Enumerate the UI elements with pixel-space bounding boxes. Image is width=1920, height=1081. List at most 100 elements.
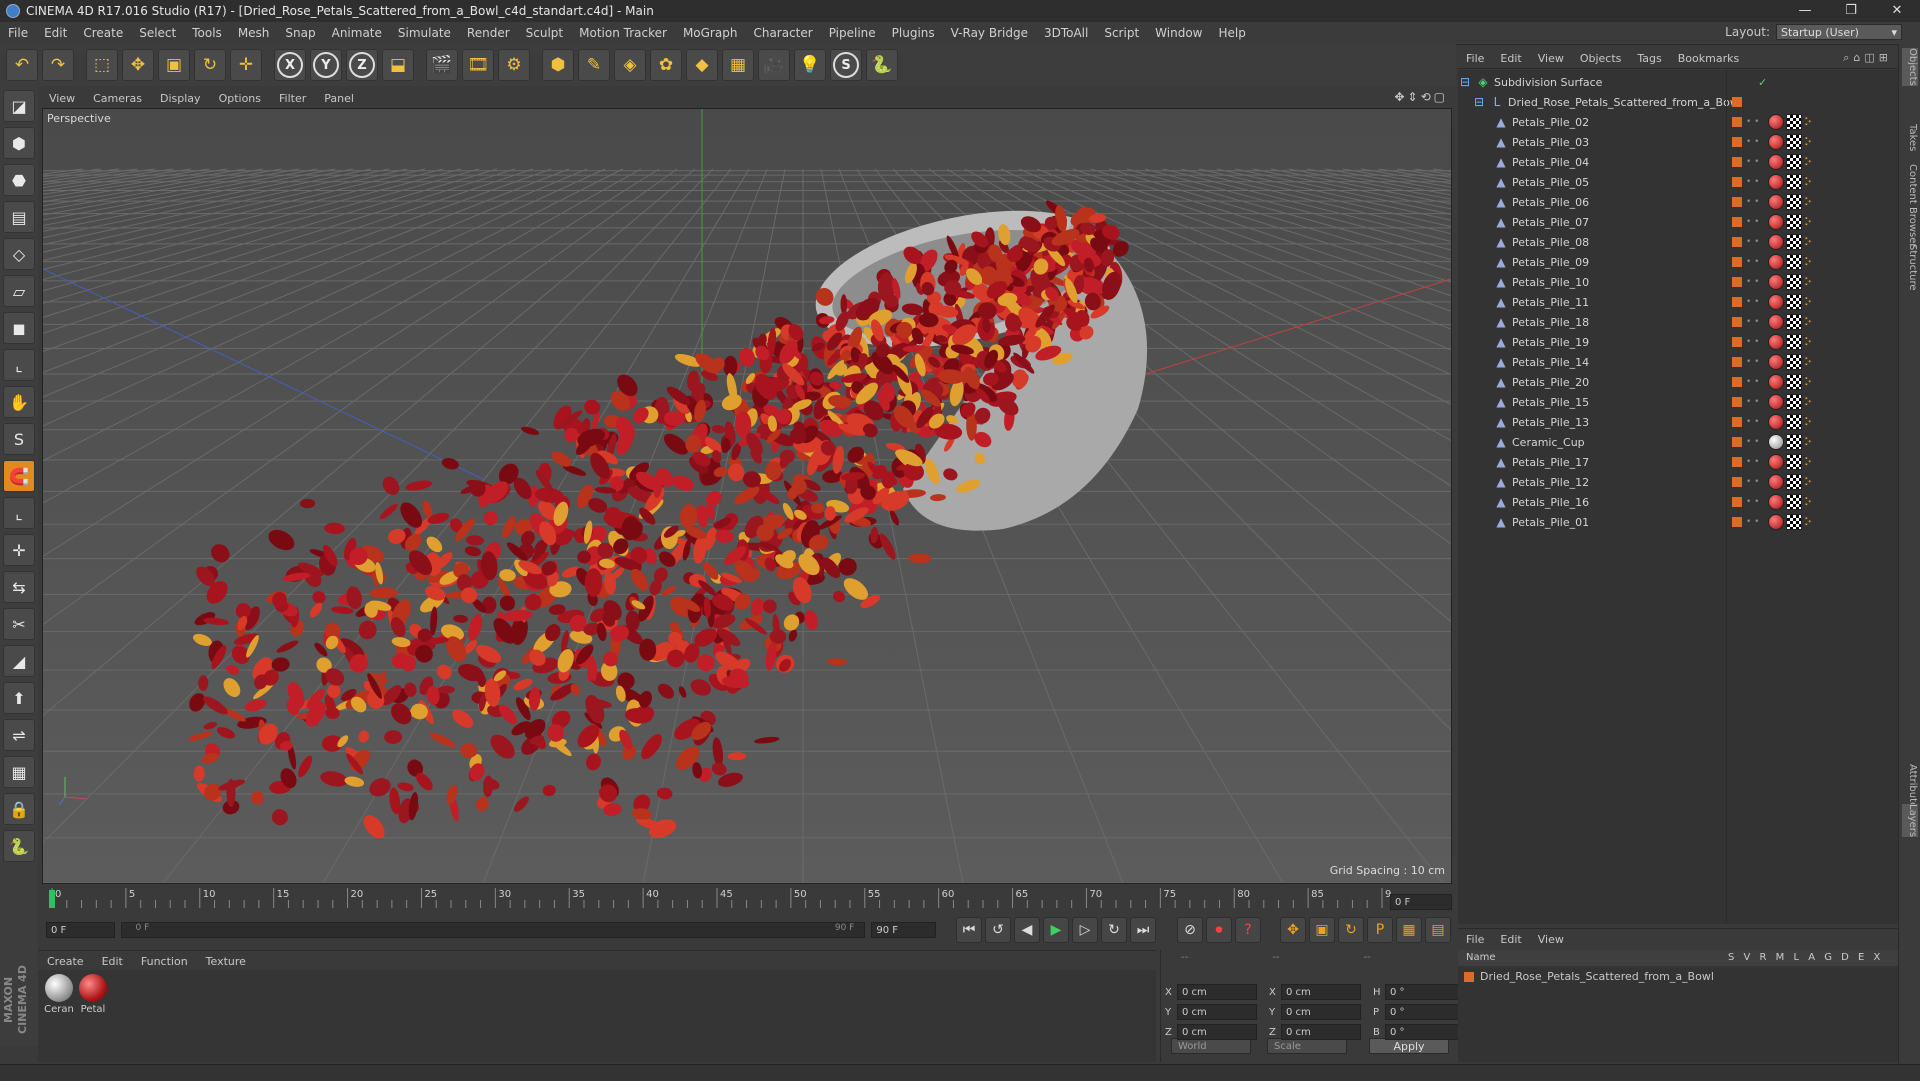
phong-tag-icon[interactable]: ⠕ — [1804, 296, 1812, 309]
viewport-menu-panel[interactable]: Panel — [315, 92, 363, 105]
scale-button[interactable]: ▣ — [158, 49, 190, 81]
object-row[interactable]: ▲ Petals_Pile_12 • • ⠕ — [1458, 472, 1898, 492]
redo-button[interactable]: ↷ — [42, 49, 74, 81]
material-tag-icon[interactable] — [1768, 414, 1784, 430]
coordinate-value-field[interactable]: 0 cm — [1281, 984, 1361, 1000]
object-row-group[interactable]: ⊟ L Dried_Rose_Petals_Scattered_from_a_Bow… — [1458, 92, 1898, 112]
object-menu-view[interactable]: View — [1530, 52, 1572, 65]
material-tag-icon[interactable] — [1768, 454, 1784, 470]
object-row[interactable]: ▲ Petals_Pile_13 • • ⠕ — [1458, 412, 1898, 432]
viewport-menu-display[interactable]: Display — [151, 92, 210, 105]
lock-button[interactable]: 🔒 — [3, 793, 35, 825]
uvw-tag-icon[interactable] — [1786, 114, 1802, 130]
phong-tag-icon[interactable]: ⠕ — [1804, 396, 1812, 409]
cloner-button[interactable]: ✿ — [650, 49, 682, 81]
x-axis-button[interactable]: X — [274, 49, 306, 81]
material-menu-edit[interactable]: Edit — [93, 955, 132, 968]
l-tool-button[interactable]: ⌞ — [3, 497, 35, 529]
phong-tag-icon[interactable]: ⠕ — [1804, 236, 1812, 249]
material-tag-icon[interactable] — [1768, 214, 1784, 230]
menu-sculpt[interactable]: Sculpt — [518, 22, 571, 44]
record-button[interactable]: ⏺ — [1206, 917, 1232, 943]
visibility-dots-icon[interactable]: • • — [1746, 178, 1759, 187]
phong-tag-icon[interactable]: ⠕ — [1804, 216, 1812, 229]
material-menu-create[interactable]: Create — [38, 955, 93, 968]
menu-help[interactable]: Help — [1210, 22, 1253, 44]
points-mode-button[interactable]: ◇ — [3, 238, 35, 270]
layout-dropdown[interactable]: Startup (User) — [1776, 24, 1902, 41]
object-menu-tags[interactable]: Tags — [1629, 52, 1669, 65]
uvw-tag-icon[interactable] — [1786, 154, 1802, 170]
texture-mode-button[interactable]: ⬣ — [3, 164, 35, 196]
phong-tag-icon[interactable]: ⠕ — [1804, 276, 1812, 289]
material-tag-icon[interactable] — [1768, 154, 1784, 170]
object-row[interactable]: ▲ Petals_Pile_14 • • ⠕ — [1458, 352, 1898, 372]
extrude-button[interactable]: ⬆ — [3, 682, 35, 714]
transfer-button[interactable]: ⇆ — [3, 571, 35, 603]
phong-tag-icon[interactable]: ⠕ — [1804, 436, 1812, 449]
render-view-button[interactable]: 🎬 — [426, 49, 458, 81]
phong-tag-icon[interactable]: ⠕ — [1804, 156, 1812, 169]
make-editable-button[interactable]: ◪ — [3, 90, 35, 122]
tab-objects[interactable]: Objects — [1902, 48, 1918, 86]
floor-button[interactable]: ▦ — [722, 49, 754, 81]
uvw-tag-icon[interactable] — [1786, 434, 1802, 450]
python-left-button[interactable]: 🐍 — [3, 830, 35, 862]
uvw-tag-icon[interactable] — [1786, 494, 1802, 510]
spline-pen-button[interactable]: ✎ — [578, 49, 610, 81]
material-menu-texture[interactable]: Texture — [197, 955, 255, 968]
visibility-dots-icon[interactable]: • • — [1746, 358, 1759, 367]
coordinate-value-field[interactable]: 0 cm — [1281, 1024, 1361, 1040]
menu-character[interactable]: Character — [745, 22, 820, 44]
current-frame-field[interactable]: 0 F — [1390, 894, 1452, 910]
move-button[interactable]: ✥ — [122, 49, 154, 81]
workplane-button[interactable]: ▤ — [3, 201, 35, 233]
coordinate-value-field[interactable]: 0 ° — [1385, 1024, 1465, 1040]
menu-v-ray-bridge[interactable]: V-Ray Bridge — [943, 22, 1036, 44]
object-row[interactable]: ▲ Petals_Pile_08 • • ⠕ — [1458, 232, 1898, 252]
material-tag-icon[interactable] — [1768, 134, 1784, 150]
visibility-dots-icon[interactable]: • • — [1746, 378, 1759, 387]
menu-pipeline[interactable]: Pipeline — [821, 22, 884, 44]
menu-select[interactable]: Select — [131, 22, 184, 44]
render-picture-viewer-button[interactable]: 🎞 — [462, 49, 494, 81]
visibility-dots-icon[interactable]: • • — [1746, 118, 1759, 127]
object-row[interactable]: ▲ Petals_Pile_05 • • ⠕ — [1458, 172, 1898, 192]
object-row[interactable]: ▲ Petals_Pile_20 • • ⠕ — [1458, 372, 1898, 392]
object-row[interactable]: ▲ Petals_Pile_10 • • ⠕ — [1458, 272, 1898, 292]
uvw-tag-icon[interactable] — [1786, 294, 1802, 310]
menu-tools[interactable]: Tools — [184, 22, 230, 44]
visibility-dots-icon[interactable]: • • — [1746, 318, 1759, 327]
menu-edit[interactable]: Edit — [36, 22, 75, 44]
uvw-tag-icon[interactable] — [1786, 274, 1802, 290]
object-row[interactable]: ▲ Petals_Pile_18 • • ⠕ — [1458, 312, 1898, 332]
phong-tag-icon[interactable]: ⠕ — [1804, 356, 1812, 369]
bevel-button[interactable]: ◢ — [3, 645, 35, 677]
object-row[interactable]: ▲ Petals_Pile_03 • • ⠕ — [1458, 132, 1898, 152]
material-tag-icon[interactable] — [1768, 274, 1784, 290]
timeline-playhead[interactable] — [49, 890, 55, 908]
object-row[interactable]: ▲ Petals_Pile_15 • • ⠕ — [1458, 392, 1898, 412]
material-tag-icon[interactable] — [1768, 174, 1784, 190]
coordinate-value-field[interactable]: 0 cm — [1281, 1004, 1361, 1020]
subdivision-surface-button[interactable]: ◈ — [614, 49, 646, 81]
object-manager-search-icons[interactable]: ⌕⌂◫⊞ — [1843, 51, 1892, 65]
uvw-tag-icon[interactable] — [1786, 414, 1802, 430]
object-row[interactable]: ▲ Petals_Pile_01 • • ⠕ — [1458, 512, 1898, 532]
phong-tag-icon[interactable]: ⠕ — [1804, 336, 1812, 349]
visibility-dots-icon[interactable]: • • — [1746, 338, 1759, 347]
visibility-dots-icon[interactable]: • • — [1746, 278, 1759, 287]
timeline-layout-button[interactable]: ▤ — [1425, 917, 1451, 943]
key-rotation-button[interactable]: ↻ — [1338, 917, 1364, 943]
axis-mode-button[interactable]: ⌞ — [3, 349, 35, 381]
motion-record-button[interactable]: ⊘ — [1177, 917, 1203, 943]
viewport-menu-cameras[interactable]: Cameras — [84, 92, 151, 105]
layer-menu-edit[interactable]: Edit — [1492, 933, 1529, 946]
object-menu-objects[interactable]: Objects — [1572, 52, 1630, 65]
object-row-subdivision-surface[interactable]: ⊟ ◈ Subdivision Surface ✓ — [1458, 72, 1898, 92]
preview-range-slider[interactable]: 0 F 90 F — [120, 922, 866, 938]
phong-tag-icon[interactable]: ⠕ — [1804, 136, 1812, 149]
material-tag-icon[interactable] — [1768, 334, 1784, 350]
coordinate-value-field[interactable]: 0 ° — [1385, 1004, 1465, 1020]
key-param-button[interactable]: P — [1367, 917, 1393, 943]
